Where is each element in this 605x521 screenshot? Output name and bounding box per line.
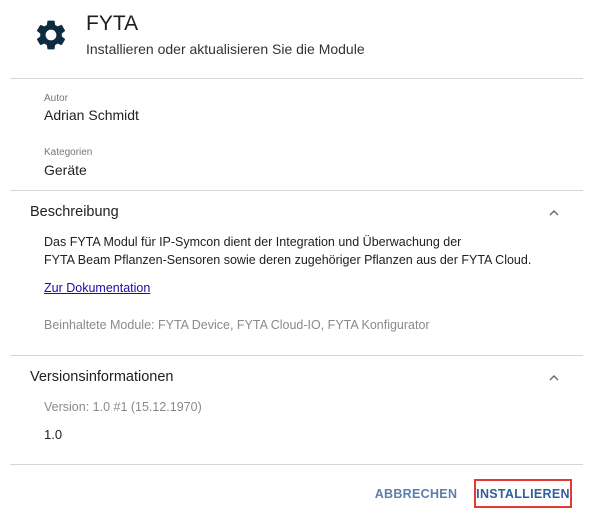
included-modules: Beinhaltete Module: FYTA Device, FYTA Cl… (44, 318, 430, 332)
author-label: Autor (44, 93, 68, 104)
version-info: Version: 1.0 #1 (15.12.1970) (44, 400, 202, 414)
footer-divider (10, 464, 583, 465)
description-line-1: Das FYTA Modul für IP-Symcon dient der I… (44, 235, 462, 249)
version-value: 1.0 (44, 427, 63, 442)
author-value: Adrian Schmidt (44, 107, 139, 123)
dialog-title: FYTA (86, 12, 139, 35)
header-divider (10, 78, 583, 79)
description-section-title[interactable]: Beschreibung (30, 204, 119, 220)
description-line-2: FYTA Beam Pflanzen-Sensoren sowie deren … (44, 253, 532, 267)
dialog-header: FYTA Installieren oder aktualisieren Sie… (0, 0, 605, 78)
versions-section-title[interactable]: Versionsinformationen (30, 369, 173, 385)
chevron-up-icon[interactable] (546, 205, 562, 221)
install-button[interactable]: INSTALLIEREN (474, 479, 572, 508)
chevron-up-icon[interactable] (546, 370, 562, 386)
categories-label: Kategorien (44, 147, 93, 158)
info-divider (10, 190, 583, 191)
cancel-button[interactable]: ABBRECHEN (374, 480, 458, 508)
description-divider (10, 355, 583, 356)
module-install-dialog: FYTA Installieren oder aktualisieren Sie… (0, 0, 605, 521)
documentation-link[interactable]: Zur Dokumentation (44, 281, 150, 295)
dialog-subtitle: Installieren oder aktualisieren Sie die … (86, 41, 365, 57)
gear-icon (36, 20, 66, 50)
categories-value: Geräte (44, 162, 87, 178)
